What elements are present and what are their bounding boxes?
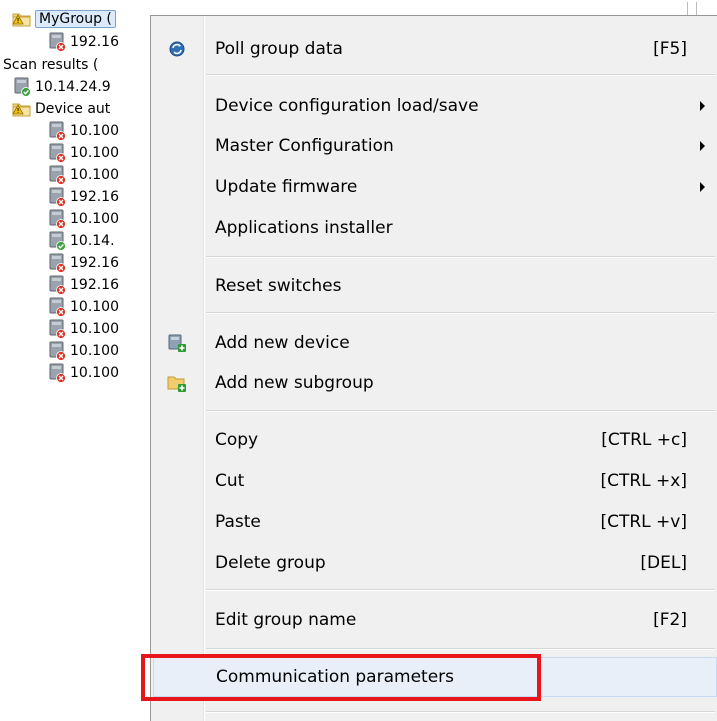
menu-separator <box>206 74 715 75</box>
tree-item[interactable]: MyGroup ( <box>12 8 116 30</box>
tree-item-label: 10.14.24.9 <box>35 79 111 95</box>
menu-separator <box>206 648 715 649</box>
tree-item-label: 10.100 <box>70 123 119 139</box>
submenu-arrow-icon <box>700 182 705 192</box>
folder-warning-icon <box>12 9 32 29</box>
menu-item-add-new-subgroup[interactable]: Add new subgroup <box>153 363 717 403</box>
tree-item-label: 192.16 <box>70 277 119 293</box>
tree-item[interactable]: 10.100 <box>47 340 119 362</box>
menu-item-label: Communication parameters <box>216 667 454 687</box>
folder-warning-icon <box>12 99 32 119</box>
add-device-icon <box>167 333 187 353</box>
device-error-icon <box>47 187 67 207</box>
menu-item-label: Master Configuration <box>215 136 394 156</box>
tree-item[interactable]: 192.16 <box>47 274 119 296</box>
tree-item[interactable]: 10.100 <box>47 208 119 230</box>
menu-item-label: Poll group data <box>215 39 343 59</box>
menu-item-applications-installer[interactable]: Applications installer <box>153 208 717 248</box>
tree-item-label: 10.100 <box>70 343 119 359</box>
menu-item-label: Paste <box>215 512 261 532</box>
tree-item[interactable]: 10.100 <box>47 164 119 186</box>
tree-item-label: Device aut <box>35 101 111 117</box>
tree-item[interactable]: 10.14. <box>47 230 115 252</box>
tree-item[interactable]: 10.100 <box>47 296 119 318</box>
menu-item-label: Add new subgroup <box>215 373 374 393</box>
device-error-icon <box>47 253 67 273</box>
tree-item-label: 10.100 <box>70 145 119 161</box>
device-tree: MyGroup ( 192.16 Scan results ( 10.14.24.9 D… <box>0 0 160 721</box>
menu-item-master-configuration[interactable]: Master Configuration <box>153 126 717 166</box>
menu-separator <box>206 711 715 712</box>
tree-item[interactable]: 10.100 <box>47 362 119 384</box>
device-error-icon <box>47 297 67 317</box>
tree-item-label: 10.100 <box>70 365 119 381</box>
menu-item-update-firmware[interactable]: Update firmware <box>153 167 717 207</box>
tree-item[interactable]: Device aut <box>12 98 110 120</box>
menu-separator <box>206 312 715 313</box>
device-error-icon <box>47 275 67 295</box>
menu-item-shortcut: [F5] <box>653 39 687 59</box>
tree-item-label: 10.100 <box>70 299 119 315</box>
menu-item-copy[interactable]: Copy [CTRL +c] <box>153 420 717 460</box>
device-ok-icon <box>12 77 32 97</box>
menu-item-delete-group[interactable]: Delete group [DEL] <box>153 543 717 583</box>
menu-separator <box>206 256 715 257</box>
menu-separator <box>206 410 715 411</box>
tree-item-label: MyGroup ( <box>35 10 116 28</box>
context-menu: Poll group data [F5] Device configuration … <box>150 15 717 721</box>
tree-item[interactable]: 192.16 <box>47 31 119 53</box>
menu-item-label: Add new device <box>215 333 350 353</box>
device-error-icon <box>47 341 67 361</box>
menu-item-shortcut: [CTRL +c] <box>601 430 687 450</box>
menu-item-cut[interactable]: Cut [CTRL +x] <box>153 461 717 501</box>
tree-item[interactable]: 192.16 <box>47 186 119 208</box>
menu-item-label: Update firmware <box>215 177 358 197</box>
tree-item-label: Scan results ( <box>3 57 99 73</box>
device-ok-icon <box>47 231 67 251</box>
menu-item-communication-parameters[interactable]: Communication parameters <box>153 657 717 697</box>
device-error-icon <box>47 209 67 229</box>
poll-icon <box>167 39 187 59</box>
menu-separator <box>206 589 715 590</box>
tree-item-label: 192.16 <box>70 34 119 50</box>
menu-item-shortcut: [F2] <box>653 610 687 630</box>
menu-item-paste[interactable]: Paste [CTRL +v] <box>153 502 717 542</box>
submenu-arrow-icon <box>700 101 705 111</box>
menu-item-shortcut: [CTRL +v] <box>600 512 687 532</box>
menu-item-poll-group-data[interactable]: Poll group data [F5] <box>153 29 717 69</box>
device-error-icon <box>47 165 67 185</box>
menu-item-shortcut: [CTRL +x] <box>600 471 687 491</box>
menu-item-shortcut: [DEL] <box>640 553 687 573</box>
tree-item[interactable]: 10.100 <box>47 120 119 142</box>
submenu-arrow-icon <box>700 141 705 151</box>
add-subgroup-icon <box>167 373 187 393</box>
device-error-icon <box>47 363 67 383</box>
menu-item-label: Reset switches <box>215 276 342 296</box>
menu-item-reset-switches[interactable]: Reset switches <box>153 266 717 306</box>
tree-item-label: 192.16 <box>70 189 119 205</box>
menu-item-device-configuration-load-save[interactable]: Device configuration load/save <box>153 86 717 126</box>
tree-item[interactable]: 10.100 <box>47 318 119 340</box>
menu-item-add-new-device[interactable]: Add new device <box>153 323 717 363</box>
tree-item-label: 10.100 <box>70 321 119 337</box>
tree-item[interactable]: 10.100 <box>47 142 119 164</box>
device-error-icon <box>47 32 67 52</box>
tree-item-label: 10.14. <box>70 233 115 249</box>
tree-item[interactable]: 192.16 <box>47 252 119 274</box>
tree-item-label: 192.16 <box>70 255 119 271</box>
menu-item-label: Device configuration load/save <box>215 96 479 116</box>
menu-item-label: Applications installer <box>215 218 393 238</box>
tree-item-label: 10.100 <box>70 211 119 227</box>
menu-item-label: Edit group name <box>215 610 357 630</box>
device-error-icon <box>47 121 67 141</box>
menu-item-label: Copy <box>215 430 259 450</box>
tree-item[interactable]: Scan results ( <box>0 54 98 76</box>
tree-item-label: 10.100 <box>70 167 119 183</box>
tree-item[interactable]: 10.14.24.9 <box>12 76 111 98</box>
device-error-icon <box>47 319 67 339</box>
menu-item-label: Cut <box>215 471 245 491</box>
menu-item-edit-group-name[interactable]: Edit group name [F2] <box>153 600 717 640</box>
device-error-icon <box>47 143 67 163</box>
menu-item-label: Delete group <box>215 553 326 573</box>
